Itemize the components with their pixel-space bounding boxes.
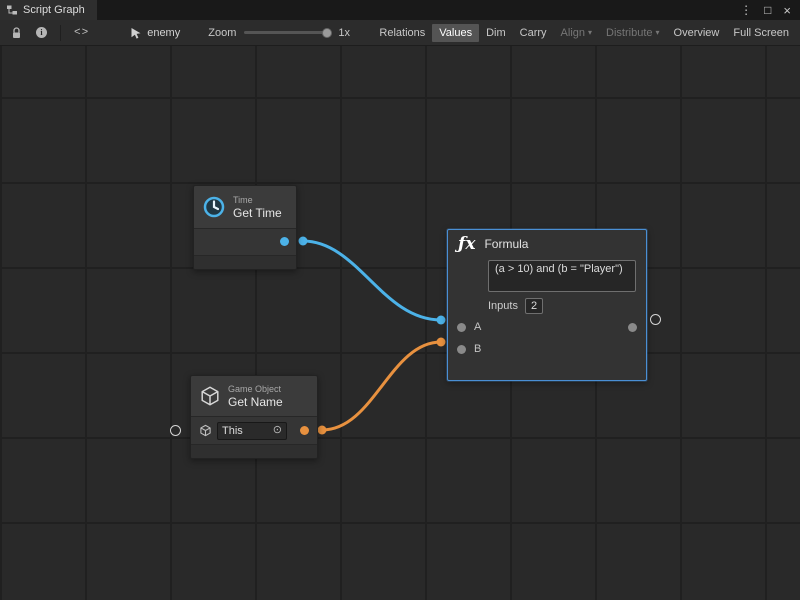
node-category: Game Object (228, 384, 283, 395)
info-icon: i (36, 27, 47, 38)
wire-endpoint-orange-source[interactable] (318, 426, 327, 435)
zoom-control: Zoom 1x (208, 27, 350, 39)
code-view-button[interactable]: <> (67, 20, 96, 45)
script-graph-icon (6, 4, 18, 16)
node-get-time-port-row (194, 228, 296, 255)
zoom-slider[interactable] (244, 31, 330, 34)
input-port-a[interactable] (457, 323, 466, 332)
cube-icon (199, 385, 221, 407)
fullscreen-button[interactable]: Full Screen (726, 24, 796, 42)
tab-script-graph[interactable]: Script Graph (0, 0, 97, 20)
node-get-time-text: Time Get Time (233, 195, 282, 220)
graph-toolbar: i <> enemy Zoom 1x Relations Values Dim … (0, 20, 800, 46)
clock-icon (202, 195, 226, 219)
window-menu-icon[interactable]: ⋮ (740, 4, 752, 16)
align-button[interactable]: Align ▾ (554, 24, 599, 42)
wire-endpoint-blue-source[interactable] (299, 237, 308, 246)
node-get-time-footer (194, 255, 296, 269)
inputs-label: Inputs (488, 300, 518, 312)
node-formula[interactable]: ƒx Formula (a > 10) and (b = "Player") I… (447, 229, 647, 381)
node-get-time[interactable]: Time Get Time (193, 185, 297, 270)
toolbar-divider (60, 25, 61, 41)
input-port-b[interactable] (457, 345, 466, 354)
carry-button[interactable]: Carry (513, 24, 554, 42)
object-picker-icon[interactable]: ⊙ (273, 425, 282, 436)
tab-title: Script Graph (23, 4, 85, 16)
output-port-name[interactable] (300, 426, 309, 435)
node-get-name-text: Game Object Get Name (228, 384, 283, 409)
output-port-result[interactable] (628, 323, 637, 332)
node-category: Time (233, 195, 282, 206)
formula-expression-input[interactable]: (a > 10) and (b = "Player") (488, 260, 636, 292)
node-get-time-header[interactable]: Time Get Time (194, 186, 296, 228)
graph-pointer-icon (130, 27, 142, 39)
cube-small-icon (199, 424, 212, 437)
wire-endpoint-blue-target[interactable] (437, 316, 446, 325)
target-object-value: This (222, 425, 243, 437)
formula-inputs-row: Inputs 2 (488, 298, 636, 314)
node-get-name-port-row: This ⊙ (191, 416, 317, 444)
node-formula-header[interactable]: ƒx Formula (448, 230, 646, 258)
node-get-name[interactable]: Game Object Get Name This ⊙ (190, 375, 318, 459)
distribute-button[interactable]: Distribute ▾ (599, 24, 666, 42)
lock-button[interactable] (4, 20, 29, 45)
wire-endpoint-orange-target[interactable] (437, 338, 446, 347)
wire-getname-to-formula-b[interactable] (322, 342, 441, 430)
title-bar: Script Graph ⋮ □ × (0, 0, 800, 20)
node-title: Formula (484, 237, 528, 251)
node-get-name-header[interactable]: Game Object Get Name (191, 376, 317, 416)
distribute-button-label: Distribute (606, 27, 652, 39)
node-title: Get Time (233, 206, 282, 220)
wire-gettime-to-formula-a[interactable] (303, 241, 441, 320)
info-button[interactable]: i (29, 20, 54, 45)
zoom-label: Zoom (208, 27, 236, 39)
align-button-label: Align (561, 27, 585, 39)
node-title: Get Name (228, 395, 283, 409)
inputs-count-field[interactable]: 2 (525, 298, 543, 314)
chevron-down-icon: ▾ (656, 29, 660, 37)
lock-icon (11, 27, 22, 39)
target-object-dropdown[interactable]: This ⊙ (217, 422, 287, 440)
output-port-time[interactable] (280, 237, 289, 246)
input-port-ring-getname[interactable] (170, 425, 181, 436)
relations-button[interactable]: Relations (372, 24, 432, 42)
toolbar-buttons: Relations Values Dim Carry Align ▾ Distr… (372, 20, 796, 45)
script-graph-window: Script Graph ⋮ □ × i <> enemy (0, 0, 800, 600)
node-get-name-footer (191, 444, 317, 458)
fx-icon: ƒx (458, 234, 475, 254)
formula-port-row-b: B (448, 338, 646, 360)
graph-name-label: enemy (147, 27, 180, 39)
maximize-icon[interactable]: □ (764, 4, 771, 16)
values-button[interactable]: Values (432, 24, 479, 42)
output-port-ring-formula[interactable] (650, 314, 661, 325)
overview-button[interactable]: Overview (667, 24, 727, 42)
zoom-value: 1x (338, 27, 350, 39)
zoom-slider-handle[interactable] (322, 28, 332, 38)
window-controls: ⋮ □ × (740, 4, 800, 17)
graph-canvas[interactable]: Time Get Time ƒx Formula (a > 10) and (b… (0, 46, 800, 600)
dim-button[interactable]: Dim (479, 24, 513, 42)
graph-breadcrumb[interactable]: enemy (130, 27, 180, 39)
formula-port-row-a: A (448, 316, 646, 338)
chevron-down-icon: ▾ (588, 29, 592, 37)
port-b-label: B (474, 343, 481, 355)
close-icon[interactable]: × (783, 4, 791, 17)
wires-layer (0, 46, 800, 600)
port-a-label: A (474, 321, 481, 333)
